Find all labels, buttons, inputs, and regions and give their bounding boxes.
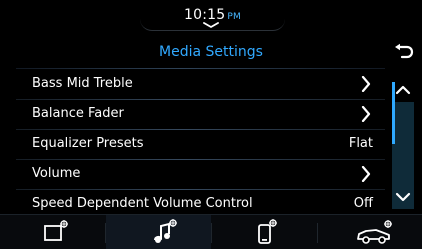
chevron-up-icon[interactable]: [392, 78, 414, 102]
scrollbar-track[interactable]: [392, 102, 414, 185]
back-icon[interactable]: [392, 43, 414, 61]
setting-label: Bass Mid Treble: [32, 76, 133, 91]
chevron-down-icon: [203, 22, 219, 28]
display-settings-icon: [44, 220, 68, 241]
tab-audio-settings[interactable]: [106, 215, 211, 249]
clock-ampm: PM: [227, 12, 241, 22]
tab-phone-settings[interactable]: [212, 215, 317, 249]
clock-time: 10:15: [184, 7, 226, 23]
status-bar: 10:15 PM: [0, 0, 422, 31]
bottom-navigation-bar: [0, 214, 422, 249]
chevron-right-icon: [361, 106, 371, 122]
tab-vehicle-settings[interactable]: [318, 215, 422, 249]
chevron-right-icon: [361, 166, 371, 182]
media-settings-screen: 10:15 PM Media Settings Bass Mid Treble B…: [0, 0, 422, 249]
chevron-right-icon: [361, 76, 371, 92]
page-title: Media Settings: [159, 44, 263, 60]
setting-label: Balance Fader: [32, 106, 124, 121]
audio-settings-icon: [154, 219, 177, 243]
setting-label: Speed Dependent Volume Control: [32, 196, 253, 211]
header-divider: [16, 68, 385, 69]
phone-settings-icon: [258, 219, 277, 244]
setting-row-volume[interactable]: Volume: [16, 160, 385, 189]
vehicle-settings-icon: [357, 220, 392, 244]
setting-value: Off: [353, 196, 373, 211]
chevron-down-icon[interactable]: [392, 185, 414, 209]
setting-row-balance-fader[interactable]: Balance Fader: [16, 100, 385, 129]
tab-display-settings[interactable]: [0, 215, 105, 249]
setting-label: Equalizer Presets: [32, 136, 144, 151]
setting-row-bass-mid-treble[interactable]: Bass Mid Treble: [16, 70, 385, 99]
clock: 10:15 PM: [140, 7, 285, 23]
setting-row-equalizer-presets[interactable]: Equalizer Presets Flat: [16, 130, 385, 159]
scrollbar-thumb[interactable]: [392, 82, 395, 144]
clock-tab[interactable]: 10:15 PM: [140, 0, 285, 31]
setting-value: Flat: [348, 136, 373, 151]
setting-label: Volume: [32, 166, 81, 181]
